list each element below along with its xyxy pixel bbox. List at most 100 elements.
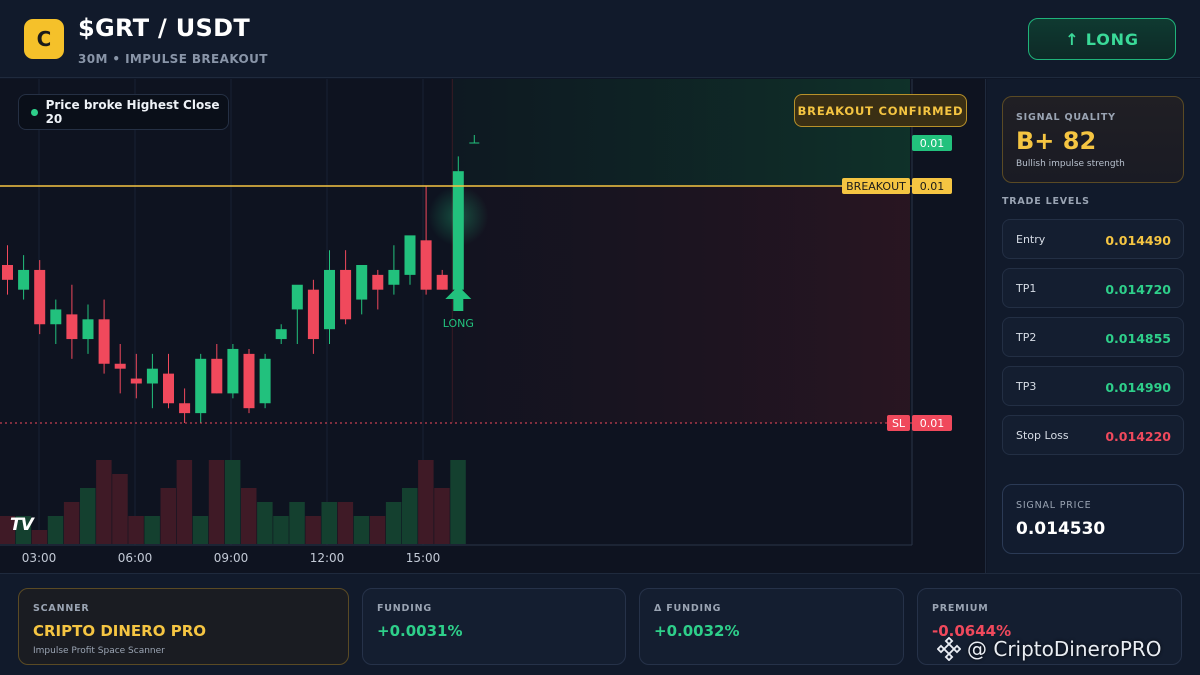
volume-bar-19 — [305, 516, 321, 544]
watermark-text: @ CriptoDineroPRO — [967, 637, 1162, 661]
candle-body-25 — [404, 235, 416, 275]
delta-funding-card: Δ FUNDING +0.0032% — [639, 588, 904, 665]
delta-funding-value: +0.0032% — [654, 622, 740, 640]
candle-body-21 — [340, 269, 352, 320]
x-tick-label-2: 09:00 — [214, 551, 249, 565]
funding-card: FUNDING +0.0031% — [362, 588, 626, 665]
signal-quality-note: Bullish impulse strength — [1016, 159, 1125, 169]
candle-body-15 — [243, 353, 255, 409]
price-chart[interactable]: LONG 0.01 0.01 0.01 BREAKOUT SL 03:00 06:00 09:… — [0, 79, 986, 573]
candle-body-17 — [275, 329, 287, 340]
candle-body-9 — [146, 368, 158, 384]
x-tick-label-0: 03:00 — [22, 551, 57, 565]
candlestick-chart: LONG 0.01 0.01 0.01 BREAKOUT SL 03:00 06:00 09:… — [0, 79, 952, 565]
signal-quality-grade: B+ 82 — [1016, 127, 1097, 155]
breakout-label: BREAKOUT — [846, 180, 906, 193]
info-pill-text: Price broke Highest Close 20 — [45, 98, 220, 126]
scanner-label: SCANNER — [33, 603, 90, 614]
trade-level-stop-loss: Stop Loss 0.014220 — [1002, 415, 1184, 455]
pair-subtitle: 30M • IMPULSE BREAKOUT — [78, 52, 268, 66]
trade-level-name: Entry — [1016, 233, 1046, 246]
volume-bar-20 — [321, 502, 337, 544]
volume-bar-12 — [192, 516, 209, 544]
volume-bar-25 — [402, 488, 418, 544]
volume-bar-2 — [31, 530, 48, 544]
trade-level-name: TP2 — [1016, 331, 1037, 344]
candle-body-8 — [130, 378, 142, 384]
candle-body-16 — [259, 358, 271, 404]
candle-body-22 — [356, 265, 368, 300]
candle-body-1 — [18, 269, 30, 290]
volume-bar-8 — [128, 516, 144, 544]
trade-level-tp1: TP1 0.014720 — [1002, 268, 1184, 308]
app-logo: C — [24, 19, 64, 59]
price-tag-breakout: 0.01 — [920, 180, 945, 193]
breakout-confirmed-badge: BREAKOUT CONFIRMED — [794, 94, 967, 127]
binance-logo-icon — [937, 637, 961, 661]
funding-label: FUNDING — [377, 603, 432, 614]
candle-body-7 — [114, 363, 126, 369]
scanner-value: CRIPTO DINERO PRO — [33, 622, 206, 640]
x-tick-label-1: 06:00 — [118, 551, 153, 565]
volume-bar-14 — [224, 460, 241, 544]
trade-level-price: 0.014720 — [1105, 282, 1171, 297]
candle-body-0 — [2, 265, 13, 280]
volume-bar-3 — [47, 516, 64, 544]
pair-title: $GRT / USDT — [78, 14, 251, 42]
signal-price-card: SIGNAL PRICE 0.014530 — [1002, 484, 1184, 554]
signal-price-label: SIGNAL PRICE — [1016, 500, 1092, 511]
candle-body-26 — [420, 240, 432, 290]
volume-bar-6 — [96, 460, 112, 544]
volume-bar-10 — [160, 488, 176, 544]
breakout-info-pill: Price broke Highest Close 20 — [18, 94, 229, 130]
trade-level-name: Stop Loss — [1016, 429, 1069, 442]
candle-body-3 — [50, 309, 62, 325]
trade-level-tp3: TP3 0.014990 — [1002, 366, 1184, 406]
candle-body-18 — [291, 284, 303, 310]
x-tick-label-4: 15:00 — [406, 551, 441, 565]
long-signal-label: LONG — [443, 317, 474, 330]
candle-body-2 — [34, 269, 46, 325]
candle-body-28 — [452, 171, 464, 290]
trade-level-tp2: TP2 0.014855 — [1002, 317, 1184, 357]
candle-body-12 — [195, 358, 207, 414]
trade-level-name: TP1 — [1016, 282, 1037, 295]
signal-price-value: 0.014530 — [1016, 519, 1106, 539]
header: C $GRT / USDT 30M • IMPULSE BREAKOUT ↑ L… — [0, 0, 1200, 78]
x-tick-label-3: 12:00 — [310, 551, 345, 565]
scanner-card: SCANNER CRIPTO DINERO PRO Impulse Profit… — [18, 588, 349, 665]
candle-body-6 — [98, 319, 110, 364]
scanner-note: Impulse Profit Space Scanner — [33, 646, 165, 656]
sl-label: SL — [892, 417, 906, 430]
volume-bar-26 — [418, 460, 434, 544]
volume-bar-18 — [289, 502, 305, 544]
volume-bar-23 — [369, 516, 386, 544]
volume-bar-17 — [273, 516, 289, 544]
stop-loss-zone — [452, 186, 910, 423]
price-tag-current: 0.01 — [920, 137, 945, 150]
candle-body-14 — [227, 348, 239, 394]
candle-body-13 — [211, 358, 223, 394]
trade-level-price: 0.014855 — [1105, 331, 1171, 346]
volume-bar-5 — [80, 488, 96, 544]
delta-funding-label: Δ FUNDING — [654, 603, 722, 614]
trade-level-price: 0.014490 — [1105, 233, 1171, 248]
trade-levels-title: TRADE LEVELS — [1002, 196, 1090, 207]
candle-body-23 — [372, 274, 384, 290]
signal-quality-card: SIGNAL QUALITY B+ 82 Bullish impulse str… — [1002, 96, 1184, 183]
candle-body-24 — [388, 269, 400, 285]
volume-bar-15 — [241, 488, 257, 544]
signal-quality-label: SIGNAL QUALITY — [1016, 112, 1116, 123]
signal-side-panel: SIGNAL QUALITY B+ 82 Bullish impulse str… — [987, 79, 1200, 573]
candle-body-27 — [436, 274, 448, 290]
watermark: @ CriptoDineroPRO — [937, 637, 1162, 661]
volume-bar-21 — [337, 502, 354, 544]
price-tag-sl: 0.01 — [920, 417, 945, 430]
trade-level-entry: Entry 0.014490 — [1002, 219, 1184, 259]
volume-bar-9 — [144, 516, 160, 544]
premium-label: PREMIUM — [932, 603, 989, 614]
long-button[interactable]: ↑ LONG — [1028, 18, 1176, 60]
candle-body-20 — [324, 269, 335, 330]
volume-bar-7 — [112, 474, 128, 544]
trade-level-name: TP3 — [1016, 380, 1037, 393]
